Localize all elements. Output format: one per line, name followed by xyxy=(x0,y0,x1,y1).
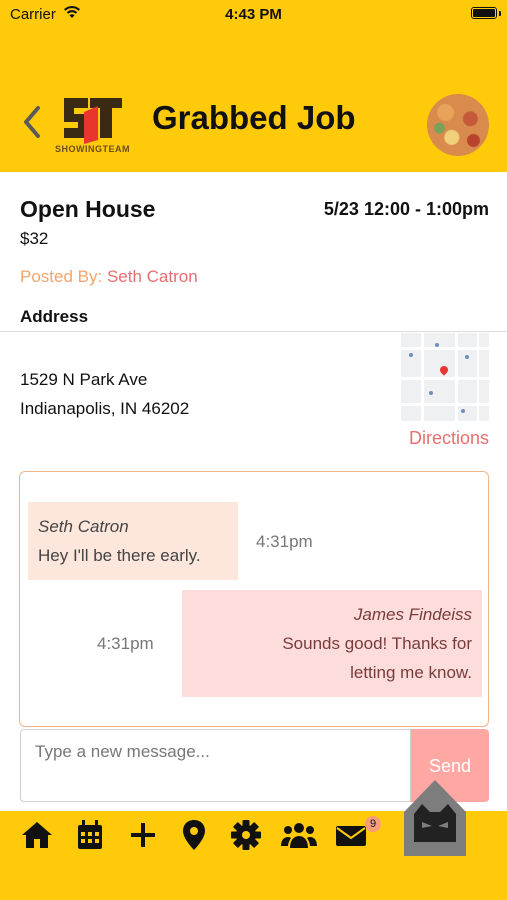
posted-by-name[interactable]: Seth Catron xyxy=(107,267,198,286)
message-text-line-2: letting me know. xyxy=(350,663,472,682)
battery-icon xyxy=(471,7,497,19)
map-thumbnail[interactable] xyxy=(401,333,489,421)
chat-panel[interactable]: Seth Catron Hey I'll be there early. 4:3… xyxy=(19,471,489,727)
job-datetime: 5/23 12:00 - 1:00pm xyxy=(323,199,489,219)
battery-tip xyxy=(499,11,501,16)
message-time: 4:31pm xyxy=(97,634,154,653)
message-text: Hey I'll be there early. xyxy=(38,546,201,565)
back-button[interactable] xyxy=(18,102,46,142)
job-price: $32 xyxy=(20,229,49,248)
message-time: 4:31pm xyxy=(256,532,313,551)
home-icon[interactable] xyxy=(20,818,54,852)
envelope-icon[interactable] xyxy=(334,818,368,852)
clock: 4:43 PM xyxy=(225,6,282,23)
avatar[interactable] xyxy=(427,94,489,156)
cat-icon[interactable] xyxy=(402,778,468,858)
status-bar: Carrier 4:43 PM xyxy=(0,0,507,30)
logo-wordmark: SHOWINGTEAM xyxy=(55,144,130,154)
address-line-2: Indianapolis, IN 46202 xyxy=(20,399,190,418)
message-text-line-1: Sounds good! Thanks for xyxy=(282,634,472,653)
address-line-1: 1529 N Park Ave xyxy=(20,370,148,389)
plus-icon[interactable] xyxy=(126,818,160,852)
page-title: Grabbed Job xyxy=(152,99,356,136)
message-count-badge: 9 xyxy=(365,816,381,832)
map-pin-icon[interactable] xyxy=(177,818,211,852)
message-input[interactable] xyxy=(20,729,411,802)
message-sender: Seth Catron xyxy=(38,517,129,536)
divider xyxy=(0,331,507,332)
message-sender: James Findeiss xyxy=(353,605,472,624)
address-heading: Address xyxy=(20,307,89,326)
posted-by: Posted By: Seth Catron xyxy=(20,267,198,287)
message-incoming: Seth Catron Hey I'll be there early. xyxy=(28,502,238,580)
job-type: Open House xyxy=(20,196,156,222)
gear-icon[interactable] xyxy=(229,818,263,852)
directions-link[interactable]: Directions xyxy=(409,428,489,449)
message-outgoing: James Findeiss Sounds good! Thanks for l… xyxy=(182,590,482,697)
map-pin-icon xyxy=(438,364,450,376)
calendar-icon[interactable] xyxy=(73,818,107,852)
users-icon[interactable] xyxy=(280,818,318,852)
posted-by-label: Posted By: xyxy=(20,267,103,286)
